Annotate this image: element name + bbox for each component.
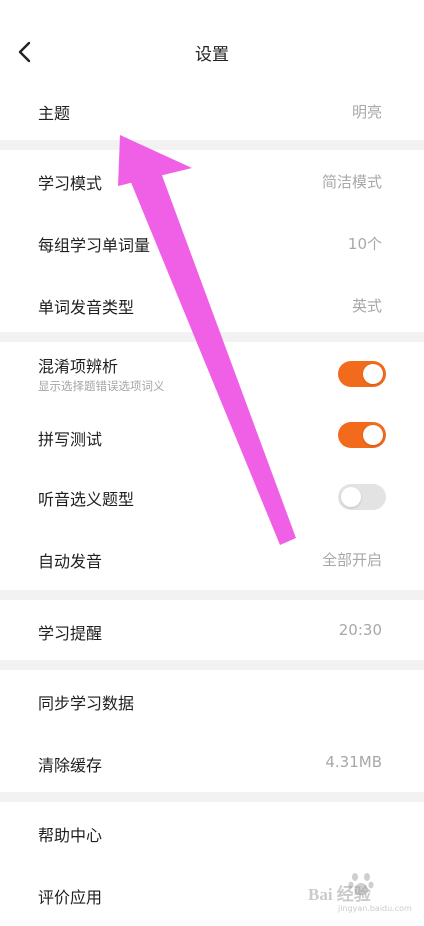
row-sync[interactable]: 同步学习数据	[0, 670, 424, 732]
rate-app-label: 评价应用	[38, 888, 103, 907]
auto-pronounce-value: 全部开启	[321, 551, 382, 569]
row-spelling-test: 拼写测试	[0, 406, 424, 466]
reminder-label: 学习提醒	[38, 624, 103, 643]
study-mode-value: 简洁模式	[321, 173, 382, 191]
row-reminder[interactable]: 学习提醒 20:30	[0, 600, 424, 660]
pronunciation-value: 英式	[351, 297, 382, 315]
confusion-sub: 显示选择题错误选项词义	[38, 379, 165, 393]
row-confusion: 混淆项辨析 显示选择题错误选项词义	[0, 342, 424, 406]
theme-value: 明亮	[351, 103, 382, 121]
sync-label: 同步学习数据	[38, 694, 135, 713]
section-divider	[0, 792, 424, 802]
section-divider	[0, 140, 424, 150]
section-divider	[0, 332, 424, 342]
theme-label: 主题	[38, 104, 71, 123]
pronunciation-label: 单词发音类型	[38, 298, 135, 317]
confusion-label: 混淆项辨析	[38, 357, 119, 376]
spelling-test-label: 拼写测试	[38, 430, 103, 449]
spelling-test-toggle[interactable]	[338, 422, 386, 448]
row-pronunciation[interactable]: 单词发音类型 英式	[0, 274, 424, 332]
clear-cache-label: 清除缓存	[38, 756, 103, 775]
page-title: 设置	[195, 45, 229, 65]
row-theme[interactable]: 主题 明亮	[0, 82, 424, 140]
row-help[interactable]: 帮助中心	[0, 802, 424, 864]
listening-type-toggle[interactable]	[338, 484, 386, 510]
section-divider	[0, 660, 424, 670]
toggle-knob	[341, 487, 361, 507]
study-mode-label: 学习模式	[38, 174, 103, 193]
row-rate-app[interactable]: 评价应用	[0, 864, 424, 926]
row-words-per-group[interactable]: 每组学习单词量 10个	[0, 212, 424, 274]
words-per-group-label: 每组学习单词量	[38, 236, 151, 255]
row-listening-type: 听音选义题型	[0, 466, 424, 528]
section-divider	[0, 590, 424, 600]
reminder-value: 20:30	[338, 621, 382, 639]
row-study-mode[interactable]: 学习模式 简洁模式	[0, 150, 424, 212]
help-label: 帮助中心	[38, 826, 103, 845]
toggle-knob	[363, 425, 383, 445]
listening-type-label: 听音选义题型	[38, 490, 135, 509]
words-per-group-value: 10个	[347, 235, 382, 253]
toggle-knob	[363, 364, 383, 384]
auto-pronounce-label: 自动发音	[38, 552, 103, 571]
clear-cache-value: 4.31MB	[325, 753, 382, 771]
row-auto-pronounce[interactable]: 自动发音 全部开启	[0, 528, 424, 590]
confusion-toggle[interactable]	[338, 361, 386, 387]
row-clear-cache[interactable]: 清除缓存 4.31MB	[0, 732, 424, 792]
